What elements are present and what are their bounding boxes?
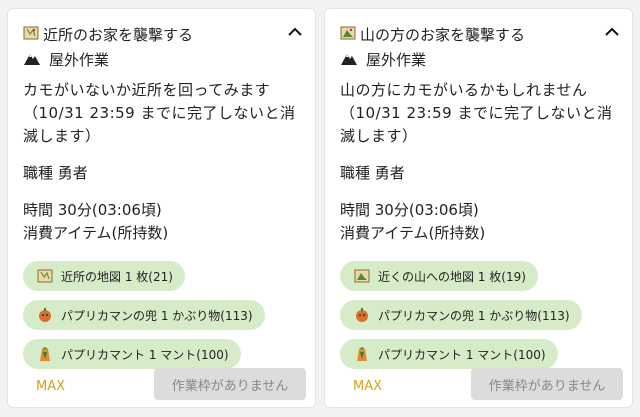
paprika-helmet-icon: [37, 307, 53, 323]
map-icon: [23, 25, 39, 45]
item-label: 近所の地図 1 枚(21): [61, 269, 173, 284]
consumed-item-chip[interactable]: パプリカマント 1 マント(100): [23, 339, 241, 369]
consumed-item-chip[interactable]: 近くの山への地図 1 枚(19): [340, 261, 538, 291]
collapse-chevron-up-icon[interactable]: [602, 22, 622, 42]
duration: 時間 30分(03:06頃): [340, 201, 479, 219]
consumed-items-label: 消費アイテム(所持数): [23, 224, 169, 242]
quest-title-row: 山の方のお家を襲撃する: [340, 24, 525, 45]
consumed-item-chip[interactable]: パプリカマンの兜 1 かぶり物(113): [23, 300, 265, 330]
item-label: パプリカマント 1 マント(100): [61, 347, 229, 362]
no-work-slot-button[interactable]: 作業枠がありません: [154, 368, 306, 400]
max-button[interactable]: MAX: [353, 379, 382, 394]
category-row: 屋外作業: [340, 49, 426, 70]
duration: 時間 30分(03:06頃): [23, 201, 162, 219]
collapse-chevron-up-icon[interactable]: [285, 22, 305, 42]
max-button[interactable]: MAX: [36, 379, 65, 394]
map-icon: [37, 268, 53, 284]
consumed-items-label: 消費アイテム(所持数): [340, 224, 486, 242]
paprika-cloak-icon: [37, 346, 53, 362]
quest-title-row: 近所のお家を襲撃する: [23, 24, 193, 45]
mountain-icon: [340, 50, 358, 70]
quest-description: カモがいないか近所を回ってみます（10/31 23:59 までに完了しないと消滅…: [23, 81, 296, 145]
mountain-icon: [23, 50, 41, 70]
job-type: 職種 勇者: [23, 164, 88, 182]
quest-card: 山の方のお家を襲撃する 屋外作業 山の方にカモがいるかもしれません（10/31 …: [324, 8, 633, 408]
mountain-map-icon: [340, 25, 356, 45]
mountain-map-icon: [354, 268, 370, 284]
item-label: パプリカマント 1 マント(100): [378, 347, 546, 362]
quest-title: 山の方のお家を襲撃する: [360, 26, 526, 44]
no-work-slot-button[interactable]: 作業枠がありません: [471, 368, 623, 400]
category-row: 屋外作業: [23, 49, 109, 70]
paprika-cloak-icon: [354, 346, 370, 362]
category-label: 屋外作業: [49, 51, 110, 69]
item-label: 近くの山への地図 1 枚(19): [378, 269, 526, 284]
quest-card-list: 近所のお家を襲撃する 屋外作業 カモがいないか近所を回ってみます（10/31 2…: [0, 0, 640, 417]
consumed-item-chip[interactable]: 近所の地図 1 枚(21): [23, 261, 185, 291]
quest-title: 近所のお家を襲撃する: [43, 26, 194, 44]
quest-description: 山の方にカモがいるかもしれません（10/31 23:59 までに完了しないと消滅…: [340, 81, 613, 145]
item-label: パプリカマンの兜 1 かぶり物(113): [378, 308, 570, 323]
job-type: 職種 勇者: [340, 164, 405, 182]
category-label: 屋外作業: [366, 51, 427, 69]
item-label: パプリカマンの兜 1 かぶり物(113): [61, 308, 253, 323]
consumed-item-chip[interactable]: パプリカマント 1 マント(100): [340, 339, 558, 369]
paprika-helmet-icon: [354, 307, 370, 323]
quest-card: 近所のお家を襲撃する 屋外作業 カモがいないか近所を回ってみます（10/31 2…: [7, 8, 316, 408]
consumed-item-chip[interactable]: パプリカマンの兜 1 かぶり物(113): [340, 300, 582, 330]
